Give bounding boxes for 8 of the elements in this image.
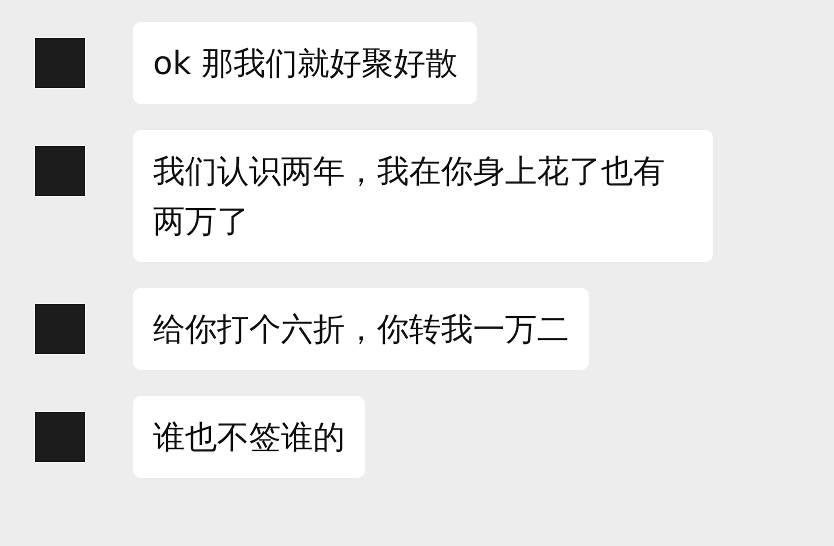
message-bubble: 给你打个六折，你转我一万二: [133, 288, 589, 370]
avatar: [35, 412, 85, 462]
message-bubble: ok 那我们就好聚好散: [133, 22, 478, 104]
avatar: [35, 38, 85, 88]
message-bubble: 我们认识两年，我在你身上花了也有两万了: [133, 130, 713, 262]
avatar: [35, 304, 85, 354]
message-bubble: 谁也不签谁的: [133, 396, 365, 478]
avatar: [35, 146, 85, 196]
